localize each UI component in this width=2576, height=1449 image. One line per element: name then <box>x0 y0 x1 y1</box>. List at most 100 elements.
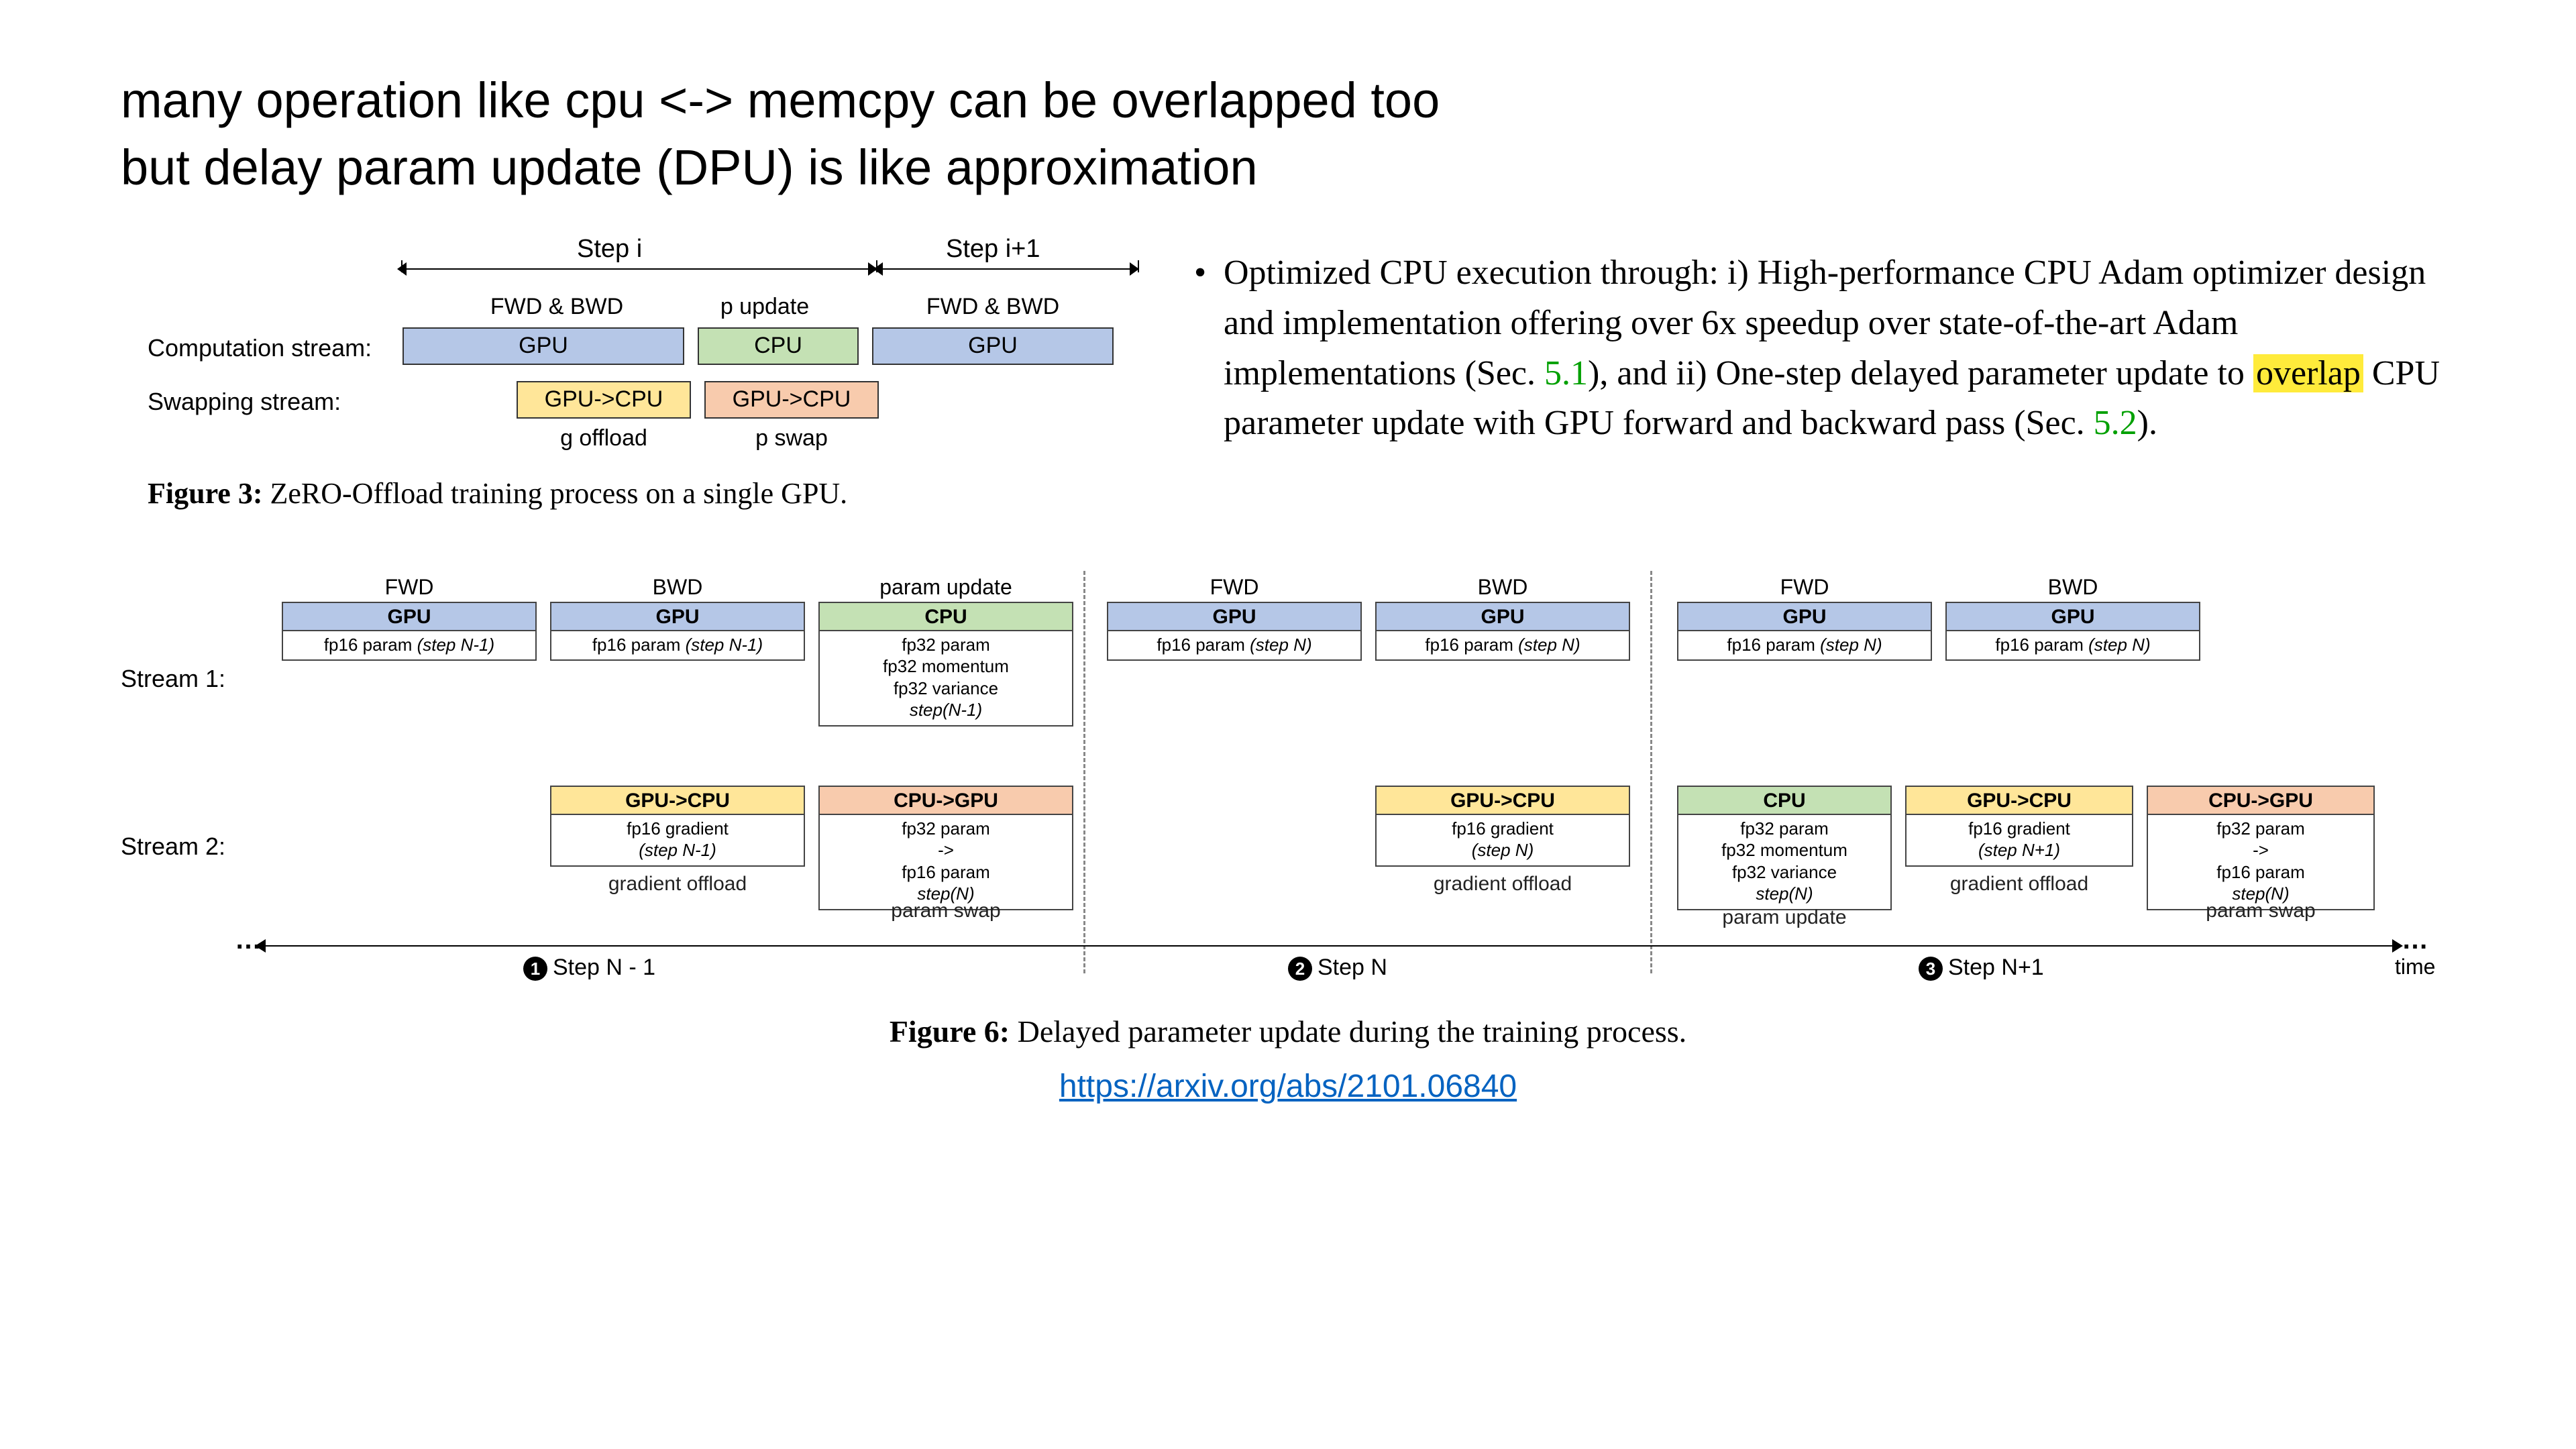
fp16-param-nm1: fp16 param (step N-1) <box>551 631 804 660</box>
param-update-label: param update <box>818 575 1073 600</box>
gpu-header: GPU <box>1678 603 1931 631</box>
cpugpu-body-n: fp32 param->fp16 paramstep(N) <box>820 815 1072 909</box>
gpu-to-cpu-box-2: GPU->CPU <box>704 381 879 419</box>
p-swap-label: p swap <box>724 425 859 451</box>
figure-3: Step i Step i+1 FWD & BWD p update FWD &… <box>121 248 1114 511</box>
gpu-header: GPU <box>551 603 804 631</box>
section-ref-5-2: 5.2 <box>2094 404 2137 442</box>
stream-1-label: Stream 1: <box>121 665 225 693</box>
slide-title: many operation like cpu <-> memcpy can b… <box>121 67 2455 201</box>
gradient-offload-label: gradient offload <box>550 873 805 896</box>
gpu-box-2: GPU <box>872 327 1114 365</box>
tick-icon <box>876 260 877 272</box>
cpu-header: CPU <box>820 603 1072 631</box>
step-i1-label: Step i+1 <box>946 235 1040 264</box>
s2-gpucpu-box-n: GPU->CPU fp16 gradient(step N) <box>1375 786 1630 867</box>
arrow-left-icon <box>873 262 883 276</box>
gpu-header: GPU <box>283 603 535 631</box>
highlighted-overlap: overlap <box>2253 354 2363 392</box>
computation-stream-label: Computation stream: <box>148 334 372 362</box>
gpu-to-cpu-box: GPU->CPU <box>517 381 691 419</box>
step-np1-label: Step N+1 <box>1948 955 2044 980</box>
fwd-label-3: FWD <box>1677 575 1932 600</box>
gpu-header: GPU <box>1377 603 1629 631</box>
step-circle-3-icon: 3 <box>1919 957 1943 981</box>
s1-bwd-box-n: GPU fp16 param (step N) <box>1375 602 1630 661</box>
tick-icon <box>1138 260 1139 272</box>
bullet-mid: ), and ii) One-step delayed parameter up… <box>1588 354 2253 392</box>
cpu-box: CPU <box>698 327 859 365</box>
figure-6-caption: Figure 6: Delayed parameter update durin… <box>121 1014 2455 1049</box>
fwd-label: FWD <box>282 575 537 600</box>
fp16-param-n: fp16 param (step N) <box>1108 631 1360 660</box>
stream-2-label: Stream 2: <box>121 833 225 861</box>
figure-3-diagram: Step i Step i+1 FWD & BWD p update FWD &… <box>148 248 1114 557</box>
time-axis-line <box>262 945 2395 947</box>
gpu-header: GPU <box>1108 603 1360 631</box>
figure-6-diagram: Stream 1: Stream 2: FWD BWD param update… <box>121 564 2455 994</box>
cpu-body-n: fp32 paramfp32 momentumfp32 variancestep… <box>1678 815 1890 909</box>
step-circle-2-icon: 2 <box>1288 957 1312 981</box>
fp16-param-nm1: fp16 param (step N-1) <box>283 631 535 660</box>
s2-gpucpu-box-nm1: GPU->CPU fp16 gradient(step N-1) <box>550 786 805 867</box>
tick-icon <box>401 260 402 272</box>
fp16-grad-nm1: fp16 gradient(step N-1) <box>551 815 804 865</box>
swapping-stream-label: Swapping stream: <box>148 388 341 416</box>
source-link[interactable]: https://arxiv.org/abs/2101.06840 <box>121 1068 2455 1105</box>
figure-6: Stream 1: Stream 2: FWD BWD param update… <box>121 564 2455 1105</box>
step-marker-n: 2Step N <box>1288 955 1387 981</box>
gradient-offload-label-2: gradient offload <box>1375 873 1630 896</box>
gpu-box: GPU <box>402 327 684 365</box>
gpu-to-cpu-header: GPU->CPU <box>1907 787 2132 815</box>
cpu-to-gpu-header: CPU->GPU <box>2148 787 2373 815</box>
title-line-1: many operation like cpu <-> memcpy can b… <box>121 72 1440 128</box>
s2-gpucpu-box-np1: GPU->CPU fp16 gradient(step N+1) <box>1905 786 2133 867</box>
s2-cpu-box-np1: CPU fp32 paramfp32 momentumfp32 variance… <box>1677 786 1892 910</box>
step-circle-1-icon: 1 <box>523 957 547 981</box>
fp16-param-n: fp16 param (step N) <box>1947 631 2199 660</box>
step-i1-span-line <box>879 268 1134 270</box>
cpu-body-nm1: fp32 paramfp32 momentumfp32 variancestep… <box>820 631 1072 725</box>
step-divider-line <box>1650 571 1652 973</box>
s1-fwd-box-nm1: GPU fp16 param (step N-1) <box>282 602 537 661</box>
dots-left: … <box>235 925 262 955</box>
param-swap-label-2: param swap <box>2147 900 2375 922</box>
time-label: time <box>2395 955 2435 979</box>
step-n-label: Step N <box>1318 955 1387 980</box>
s1-fwd-box-n: GPU fp16 param (step N) <box>1107 602 1362 661</box>
param-update-label-2: param update <box>1677 906 1892 929</box>
s2-cpugpu-box-nm1: CPU->GPU fp32 param->fp16 paramstep(N) <box>818 786 1073 910</box>
step-divider-line <box>1083 571 1085 973</box>
fwd-bwd-label: FWD & BWD <box>470 294 644 320</box>
figure-6-caption-bold: Figure 6: <box>890 1014 1010 1049</box>
figure-6-caption-text: Delayed parameter update during the trai… <box>1010 1014 1686 1049</box>
s1-bwd-box-nm1: GPU fp16 param (step N-1) <box>550 602 805 661</box>
dots-right: … <box>2402 925 2428 955</box>
bwd-label-2: BWD <box>1375 575 1630 600</box>
s1-fwd-box-np1: GPU fp16 param (step N) <box>1677 602 1932 661</box>
title-line-2: but delay param update (DPU) is like app… <box>121 140 1258 195</box>
bwd-label: BWD <box>550 575 805 600</box>
bullet-post2: ). <box>2137 404 2157 442</box>
step-i-span-line <box>402 268 872 270</box>
upper-row: Step i Step i+1 FWD & BWD p update FWD &… <box>121 248 2455 511</box>
cpu-to-gpu-header: CPU->GPU <box>820 787 1072 815</box>
fp16-param-n: fp16 param (step N) <box>1377 631 1629 660</box>
cpu-header: CPU <box>1678 787 1890 815</box>
p-update-label: p update <box>698 294 832 320</box>
step-i-label: Step i <box>577 235 642 264</box>
section-ref-5-1: 5.1 <box>1544 354 1588 392</box>
param-swap-label: param swap <box>818 900 1073 922</box>
fp16-param-n: fp16 param (step N) <box>1678 631 1931 660</box>
gpu-header: GPU <box>1947 603 2199 631</box>
fp16-grad-n: fp16 gradient(step N) <box>1377 815 1629 865</box>
fp16-grad-np1: fp16 gradient(step N+1) <box>1907 815 2132 865</box>
gradient-offload-label-3: gradient offload <box>1905 873 2133 896</box>
s1-cpu-box-nm1: CPU fp32 paramfp32 momentumfp32 variance… <box>818 602 1073 727</box>
step-nm1-label: Step N - 1 <box>553 955 655 980</box>
fwd-label-2: FWD <box>1107 575 1362 600</box>
bwd-label-3: BWD <box>1945 575 2200 600</box>
cpugpu-body-n-2: fp32 param->fp16 paramstep(N) <box>2148 815 2373 909</box>
gpu-to-cpu-header: GPU->CPU <box>551 787 804 815</box>
step-marker-nm1: 1Step N - 1 <box>523 955 655 981</box>
